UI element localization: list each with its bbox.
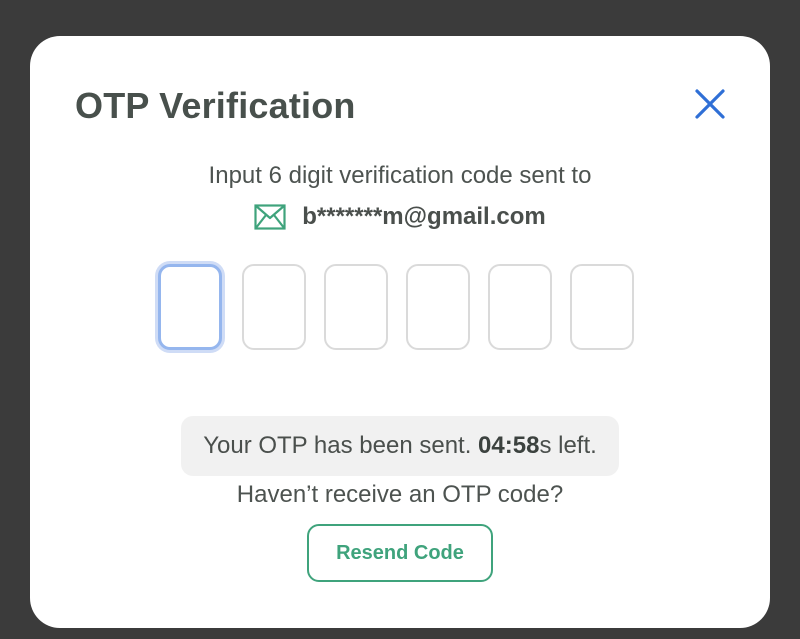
countdown-timer: 04:58 — [478, 432, 540, 459]
resend-prompt: Haven’t receive an OTP code? — [236, 481, 564, 508]
otp-digit-5[interactable] — [488, 264, 552, 350]
otp-digit-4[interactable] — [406, 264, 470, 350]
email-row: b*******m@gmail.com — [30, 202, 770, 232]
status-prefix: Your OTP has been sent. — [203, 432, 479, 459]
close-button[interactable] — [688, 82, 732, 126]
otp-verification-modal: OTP Verification Input 6 digit verificat… — [30, 36, 770, 628]
mail-icon — [254, 204, 286, 230]
otp-input-group — [158, 262, 642, 352]
masked-email: b*******m@gmail.com — [302, 203, 546, 230]
status-suffix: s left. — [539, 432, 597, 459]
resend-code-button[interactable]: Resend Code — [307, 524, 493, 582]
modal-title: OTP Verification — [75, 85, 356, 126]
otp-digit-2[interactable] — [242, 264, 306, 350]
otp-digit-1[interactable] — [158, 264, 222, 350]
close-icon — [695, 89, 725, 119]
otp-digit-3[interactable] — [324, 264, 388, 350]
otp-status-banner: Your OTP has been sent. 04:58 s left. — [181, 416, 619, 476]
otp-digit-6[interactable] — [570, 264, 634, 350]
instruction-text: Input 6 digit verification code sent to — [208, 162, 592, 189]
